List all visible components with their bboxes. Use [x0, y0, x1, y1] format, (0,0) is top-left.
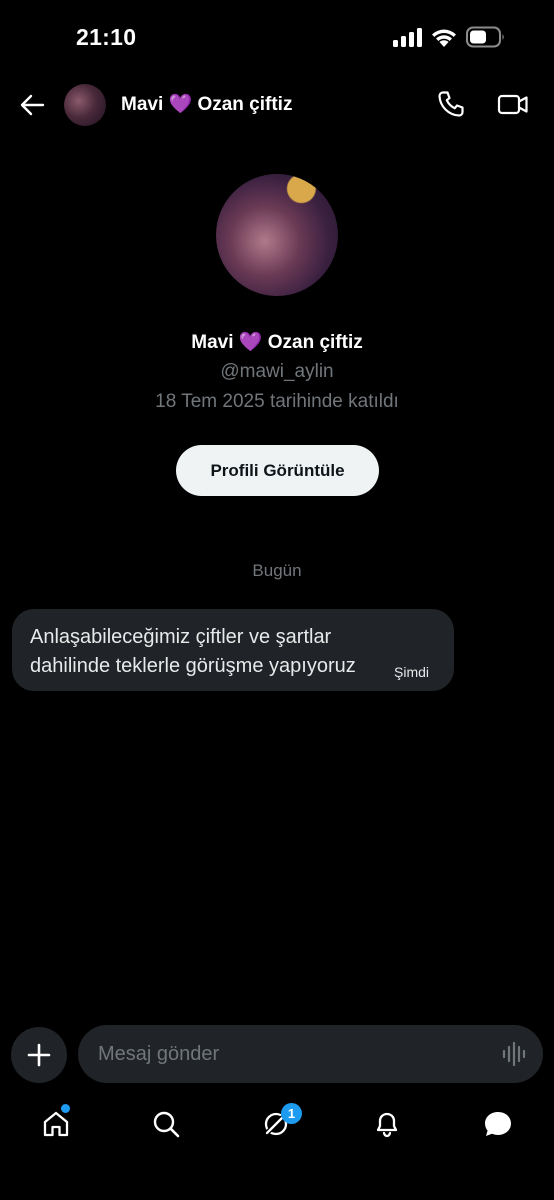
phone-icon [438, 91, 464, 117]
grok-badge: 1 [281, 1103, 302, 1124]
view-profile-button[interactable]: Profili Görüntüle [176, 445, 379, 496]
arrow-left-icon [20, 94, 45, 116]
nav-notifications[interactable] [369, 1106, 405, 1142]
header-name[interactable]: Mavi 💜 Ozan çiftiz [121, 92, 292, 116]
wifi-icon [432, 29, 456, 47]
voice-message-button[interactable] [501, 1041, 529, 1067]
call-button[interactable] [436, 89, 466, 119]
video-camera-icon [497, 94, 528, 115]
profile-name: Mavi 💜 Ozan çiftiz [191, 332, 363, 353]
plus-icon [27, 1043, 51, 1067]
add-attachment-button[interactable] [11, 1027, 67, 1083]
message-timestamp: Şimdi [394, 664, 430, 680]
nav-messages[interactable] [480, 1106, 516, 1142]
battery-icon [466, 26, 504, 48]
profile-avatar[interactable] [216, 174, 338, 296]
back-button[interactable] [16, 89, 48, 121]
date-divider: Bugün [252, 561, 302, 580]
audio-wave-icon [502, 1041, 526, 1067]
status-time: 21:10 [76, 24, 137, 50]
profile-handle: @mawi_aylin [220, 361, 334, 382]
header-avatar[interactable] [64, 84, 106, 126]
cellular-signal-icon [393, 28, 422, 47]
bell-icon [376, 1112, 398, 1138]
video-call-button[interactable] [496, 89, 530, 119]
search-icon [153, 1111, 180, 1138]
message-input[interactable] [98, 1025, 478, 1083]
message-composer [78, 1025, 543, 1083]
home-icon [43, 1111, 69, 1137]
home-notification-dot [61, 1104, 70, 1113]
chat-bubble-icon [485, 1112, 511, 1136]
message-text: Anlaşabileceğimiz çiftler ve şartlar dah… [30, 626, 356, 677]
nav-search[interactable] [148, 1106, 184, 1142]
profile-joined-date: 18 Tem 2025 tarihinde katıldı [155, 391, 399, 412]
